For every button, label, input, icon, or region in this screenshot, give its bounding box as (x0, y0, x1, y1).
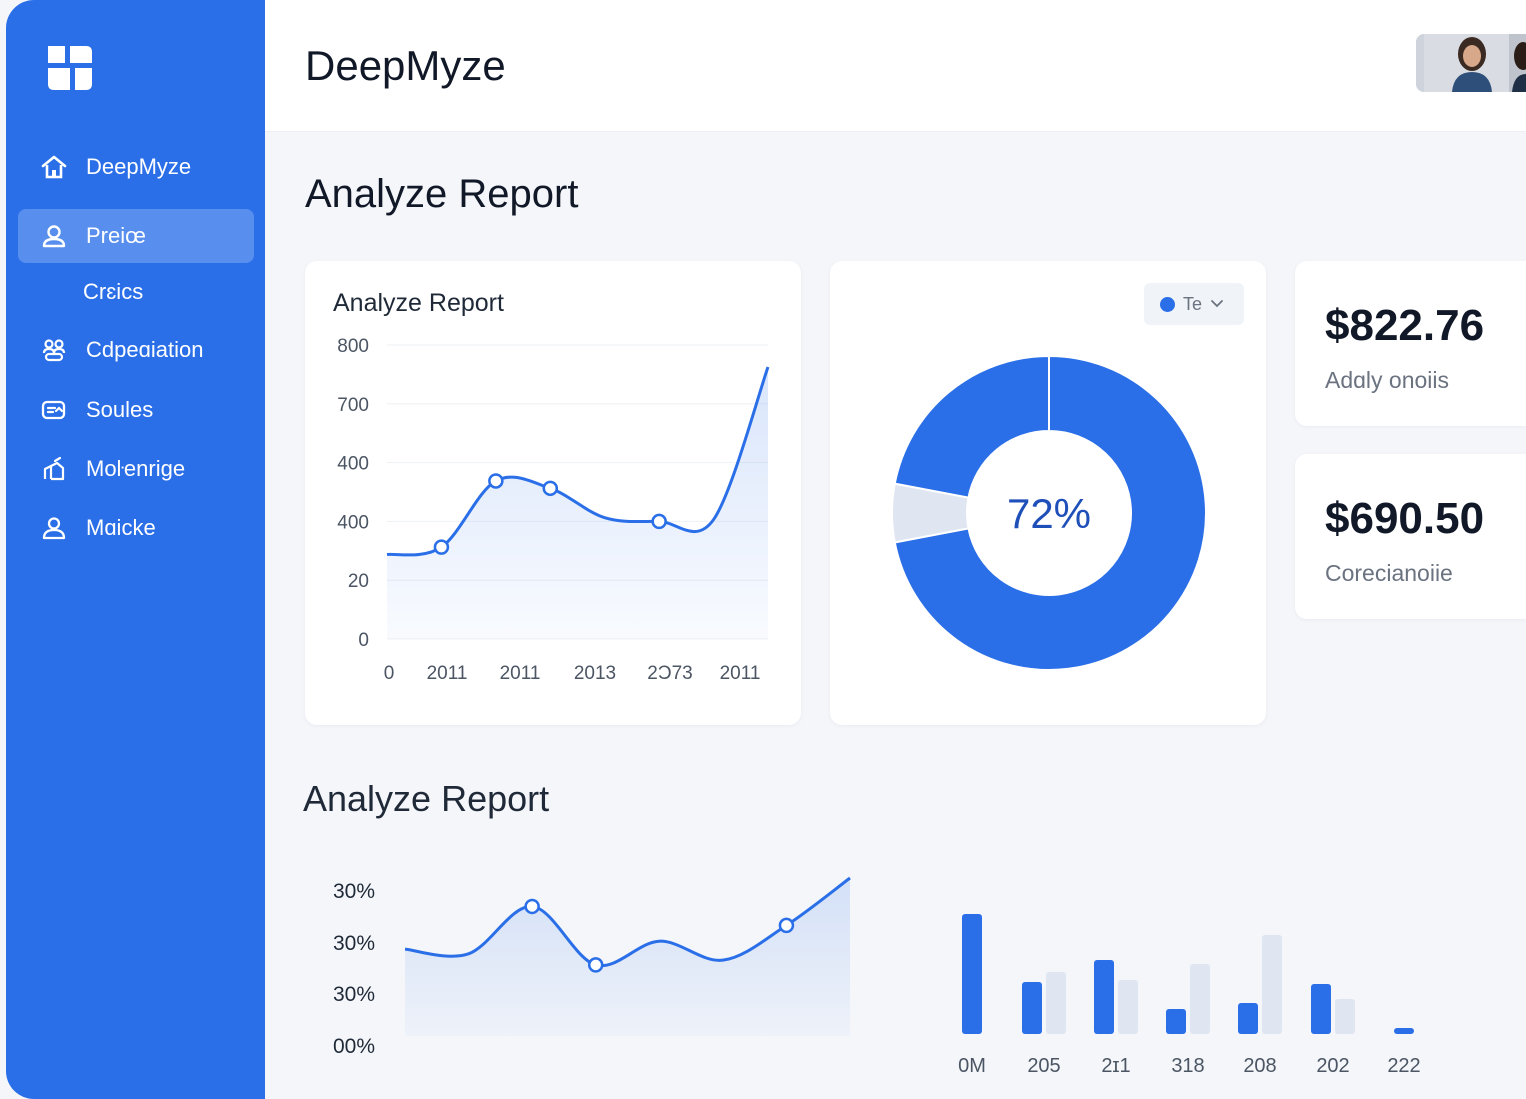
bar (1238, 1003, 1258, 1034)
avatar (1416, 34, 1526, 92)
section-title: Analyze Report (303, 778, 550, 819)
data-point (778, 917, 795, 934)
marketing-icon (40, 455, 68, 483)
x-tick-label: 2011 (500, 663, 541, 684)
top-header: DeepMyze (265, 0, 1526, 132)
donut-chart-card: Te 72% (830, 261, 1266, 725)
sidebar-item-moŀenrige[interactable]: Moŀenrige (18, 442, 254, 496)
stat-label: Adɑly onoiis (1325, 367, 1450, 393)
y-tick-label: 400 (337, 454, 369, 475)
x-tick-label: 222 (1387, 1055, 1420, 1077)
sidebar-item-preiœ[interactable]: Preiœ (18, 209, 254, 263)
x-tick-label: 2ɪ1 (1101, 1055, 1130, 1077)
donut-chart: 72% (891, 354, 1207, 671)
x-tick-label: 0 (384, 663, 395, 684)
bar (1335, 999, 1355, 1034)
data-point (587, 957, 604, 973)
sidebar-item-soules[interactable]: Soules (18, 383, 254, 437)
bar (1166, 1009, 1186, 1034)
bar (1311, 984, 1331, 1034)
bar (1046, 972, 1066, 1034)
stat-value: $690.50 (1325, 494, 1485, 543)
collaboration-icon (40, 336, 68, 364)
y-tick-label: 700 (337, 395, 369, 416)
line-chart-card: Analyze Report 800 700 400 400 20 0 0 2011 2011 2… (305, 261, 801, 725)
home-icon (40, 153, 68, 181)
y-tick-label: 0 (358, 630, 369, 651)
x-tick-label: 2011 (427, 663, 468, 684)
sidebar-item-label: Preiœ (86, 223, 146, 248)
percent-line-chart: 30% 30% 30% 00% (333, 876, 851, 1058)
line-chart: 800 700 400 400 20 00 2011 2011 2013 2Ɔ73 2011 (337, 336, 770, 684)
data-point (542, 480, 559, 497)
app-title: DeepMyze (305, 42, 506, 89)
y-tick-label: 30% (333, 983, 375, 1006)
x-tick-label: 2013 (574, 663, 616, 684)
avatar-group[interactable] (1416, 34, 1526, 92)
sidebar-item-label: Soules (86, 397, 154, 422)
bar (1394, 1028, 1414, 1034)
x-tick-label: 318 (1171, 1055, 1204, 1077)
bar (1022, 982, 1042, 1034)
sidebar-item-label: DeepMyze (86, 154, 192, 179)
stat-card: $822.76 Adɑly onoiis (1295, 261, 1526, 426)
bar-chart: 0M 205 2ɪ1 318 208 202 222 (958, 914, 1421, 1077)
data-point (433, 539, 450, 555)
x-tick-label: 208 (1243, 1055, 1276, 1077)
y-tick-label: 30% (333, 932, 375, 955)
sidebar-item-mɑicke[interactable]: Mɑicke (18, 501, 254, 555)
sidebar-item-label: Crɛics (83, 279, 144, 304)
stat-label: Corecianoiie (1325, 560, 1453, 586)
x-tick-label: 205 (1027, 1055, 1060, 1077)
sidebar-item-label: Cdpeɑiation (86, 337, 204, 362)
donut-center-label: 72% (1007, 490, 1091, 537)
stat-value: $822.76 (1325, 301, 1485, 350)
bar (1094, 960, 1114, 1034)
bar (1190, 964, 1210, 1034)
sidebar-item-label: Mɑicke (86, 515, 156, 540)
sidebar-item-home[interactable]: DeepMyze (18, 140, 254, 194)
x-tick-label: 202 (1316, 1055, 1349, 1077)
bar (1118, 980, 1138, 1034)
app-logo-icon[interactable] (42, 40, 98, 96)
donut-slice (893, 354, 1050, 499)
data-point (488, 473, 504, 489)
sales-icon (40, 396, 68, 424)
user-icon (40, 222, 68, 250)
x-tick-label: 2Ɔ73 (647, 663, 692, 684)
data-point (524, 898, 540, 915)
y-tick-label: 00% (333, 1035, 375, 1058)
sidebar-subitem-crɛics[interactable]: Crɛics (18, 265, 254, 319)
page-title: Analyze Report (305, 172, 579, 216)
data-point (651, 513, 667, 530)
sidebar-item-label: Moŀenrige (86, 456, 186, 481)
y-tick-label: 400 (337, 512, 369, 533)
stat-card: $690.50 Corecianoiie (1295, 454, 1526, 619)
y-tick-label: 30% (333, 880, 375, 903)
y-tick-label: 800 (337, 336, 369, 357)
sidebar: DeepMyze Preiœ Crɛics Cdpeɑiation Soules (6, 0, 265, 1099)
bar (1262, 935, 1282, 1034)
bar (962, 914, 982, 1034)
x-tick-label: 2011 (720, 663, 761, 684)
y-tick-label: 20 (348, 571, 369, 592)
profile-icon (40, 514, 68, 542)
sidebar-item-cdpeɑiation[interactable]: Cdpeɑiation (18, 323, 254, 377)
x-tick-label: 0M (958, 1055, 986, 1077)
